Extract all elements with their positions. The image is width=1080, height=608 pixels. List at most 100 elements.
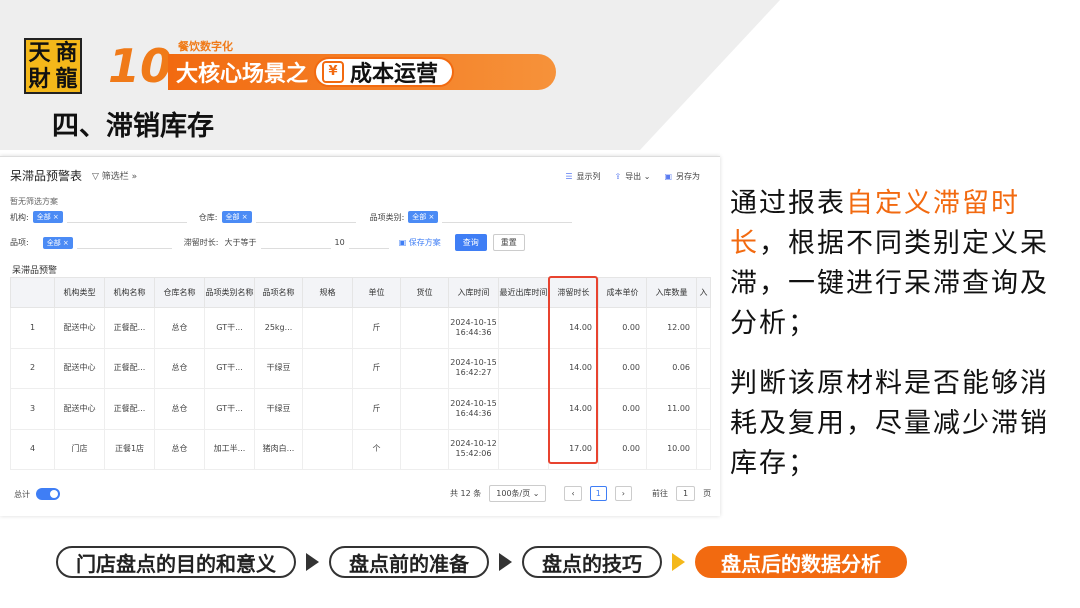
total-toggle[interactable] [36,488,60,500]
table-cell: 2024-10-15 16:44:36 [448,388,499,430]
category-select[interactable] [442,211,573,223]
duration-operator-select[interactable] [260,237,331,249]
column-header[interactable]: 规格 [302,277,353,308]
goto-page-input[interactable]: 1 [675,486,696,501]
table-cell: 正餐配... [104,307,155,349]
action-label: 导出 [625,172,642,181]
report-panel: 呆滞品预警表 ▽ 筛选栏 » ☰ 显示列 ⇪ 导出 ⌄ ▣ 另存为 暂无筛选方案 机构… [0,156,720,516]
filter-toggle[interactable]: ▽ 筛选栏 » [92,169,137,182]
org-tag[interactable]: 全部 × [32,211,63,223]
no-scheme-text: 暂无筛选方案 [10,197,58,206]
table-cell: 总仓 [154,347,205,389]
ledger-icon: ¥ [322,61,345,83]
column-header[interactable]: 成本单价 [598,277,647,308]
action-label: 另存为 [676,172,700,181]
export-button[interactable]: ⇪ 导出 ⌄ [614,171,650,182]
show-columns-button[interactable]: ☰ 显示列 [565,171,600,182]
data-grid: 机构类型 机构名称 仓库名称 品项类别名称 品项名称 规格 单位 货位 入库时间… [10,277,711,470]
warehouse-select[interactable] [255,211,356,223]
page-size-select[interactable]: 100条/页 ⌄ [489,485,547,502]
explanation-text-part: 通过报表 [730,188,846,219]
table-cell: 门店 [54,428,105,470]
grid-footer: 总计 [14,488,60,500]
step-navigation: 门店盘点的目的和意义 盘点前的准备 盘点的技巧 盘点后的数据分析 [56,546,907,578]
nav-step-purpose[interactable]: 门店盘点的目的和意义 [56,546,296,578]
filter-toggle-label: 筛选栏 [101,172,129,182]
table-cell: 干绿豆 [254,388,303,430]
item-select[interactable] [76,237,172,249]
duration-operator[interactable]: 大于等于 [225,237,257,248]
prev-page-button[interactable]: ‹ [564,486,582,501]
table-cell: 0.00 [598,388,647,430]
table-cell: 配送中心 [54,307,105,349]
table-cell: 正餐1店 [104,428,155,470]
column-header[interactable]: 品项类别名称 [204,277,255,308]
table-row[interactable]: 2 配送中心 正餐配... 总仓 GT干... 干绿豆 斤 2024-10-15 16:42:… [10,347,711,389]
next-page-button[interactable]: › [614,486,632,501]
table-cell: 加工半... [204,428,255,470]
column-header[interactable]: 单位 [352,277,401,308]
column-header[interactable]: 入库时间 [448,277,499,308]
column-header[interactable]: 机构名称 [104,277,155,308]
nav-step-analysis[interactable]: 盘点后的数据分析 [695,546,907,578]
nav-step-preparation[interactable]: 盘点前的准备 [329,546,489,578]
explanation-paragraph-1: 通过报表自定义滞留时长，根据不同类别定义呆滞，一键进行呆滞查询及分析； [730,184,1070,344]
column-header[interactable]: 货位 [400,277,449,308]
item-label: 品项: [10,238,29,247]
table-cell [302,307,353,349]
table-cell: 0.00 [598,347,647,389]
grid-header-row: 机构类型 机构名称 仓库名称 品项类别名称 品项名称 规格 单位 货位 入库时间… [10,277,711,308]
table-cell: 正餐配... [104,388,155,430]
table-cell: 斤 [352,307,401,349]
report-title: 呆滞品预警表 [10,169,83,183]
chevron-down-icon: » [128,172,138,182]
table-cell: 10.00 [646,428,697,470]
brand-logo: 天 商 財 龍 [24,38,82,94]
column-header[interactable]: 入 [696,277,711,308]
org-tag-text: 全部 [36,213,51,221]
table-cell: 17.00 [548,428,599,470]
save-scheme-button[interactable]: ▣ 保存方案 [399,237,441,248]
duration-value-input[interactable]: 10 [335,238,345,247]
logo-char: 天 [28,40,51,66]
current-page[interactable]: 1 [589,486,607,501]
table-cell: 0.00 [598,428,647,470]
export-icon: ⇪ [614,172,622,181]
item-tag-text: 全部 [46,238,61,247]
category-tag-text: 全部 [412,213,427,221]
save-as-button[interactable]: ▣ 另存为 [664,171,700,182]
table-row[interactable]: 4 门店 正餐1店 总仓 加工半... 猪肉白... 个 2024-10-12 15:42:0… [10,428,711,470]
page-size-text: 100条/页 [496,489,531,498]
table-cell: 3 [10,388,55,430]
explanation-text: 通过报表自定义滞留时长，根据不同类别定义呆滞，一键进行呆滞查询及分析； 判断该原… [730,184,1070,504]
item-tag[interactable]: 全部 × [42,236,73,249]
warehouse-tag[interactable]: 全部 × [221,211,252,223]
arrow-right-icon [306,553,319,571]
arrow-right-icon [672,553,685,571]
column-header[interactable]: 最近出库时间 [498,277,549,308]
category-tag[interactable]: 全部 × [408,211,439,223]
pagination: 共 12 条 100条/页 ⌄ ‹ 1 › 前往 1 页 [450,485,711,502]
column-header[interactable]: 入库数量 [646,277,697,308]
column-header [10,277,55,308]
table-row[interactable]: 3 配送中心 正餐配... 总仓 GT干... 干绿豆 斤 2024-10-15 16:44:… [10,388,711,430]
column-header[interactable]: 品项名称 [254,277,303,308]
reset-button[interactable]: 重置 [492,234,525,251]
column-header[interactable]: 仓库名称 [154,277,205,308]
total-label: 总计 [14,489,30,499]
query-button[interactable]: 查询 [454,234,487,251]
page-unit: 页 [703,489,712,498]
nav-step-techniques[interactable]: 盘点的技巧 [522,546,662,578]
table-cell [400,428,449,470]
org-select[interactable] [66,211,187,223]
logo-char: 商 [55,40,78,66]
table-cell: GT干... [204,388,255,430]
table-cell: 25kg... [254,307,303,349]
arrow-right-icon [499,553,512,571]
column-header[interactable]: 滞留时长 [548,277,599,308]
table-row[interactable]: 1 配送中心 正餐配... 总仓 GT干... 25kg... 斤 2024-10-15 16… [10,307,711,349]
grid-title: 呆滞品预警 [12,266,58,276]
table-cell: 正餐配... [104,347,155,389]
table-cell: 总仓 [154,307,205,349]
column-header[interactable]: 机构类型 [54,277,105,308]
